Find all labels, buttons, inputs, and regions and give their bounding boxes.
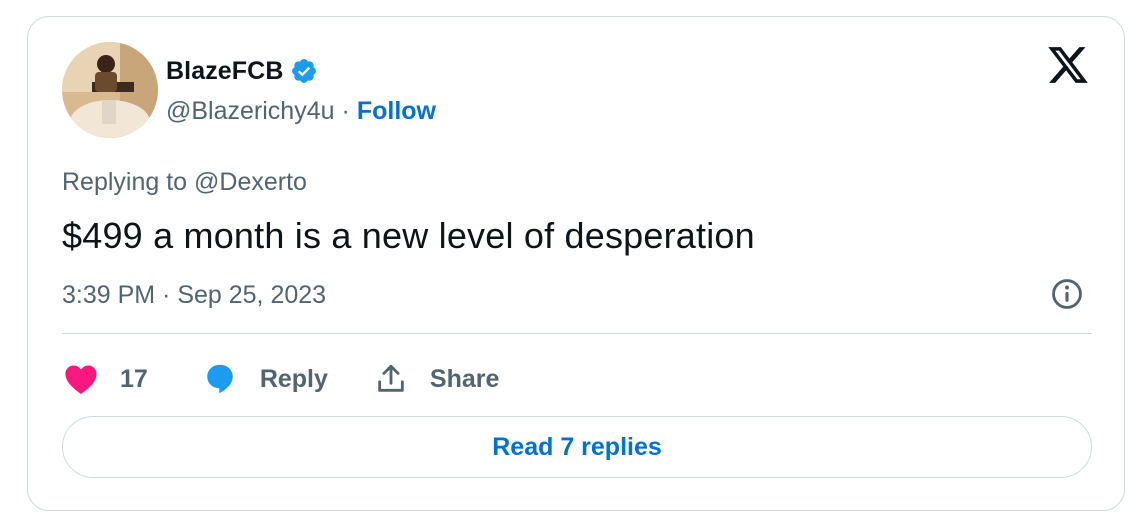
author-name-row: BlazeFCB [166,55,318,87]
avatar-image [62,42,158,138]
read-replies-button[interactable]: Read 7 replies [62,416,1092,478]
replying-to: Replying to @Dexerto [62,168,307,197]
replying-prefix: Replying to [62,168,188,196]
speech-bubble-icon [207,364,233,394]
tweet-text: $499 a month is a new level of desperati… [62,215,755,256]
author-handle-row: @Blazerichy4u · Follow [166,97,436,126]
tweet-timestamp[interactable]: 3:39 PM · Sep 25, 2023 [62,281,326,310]
follow-button[interactable]: Follow [357,97,436,126]
like-count: 17 [120,364,148,393]
info-icon[interactable] [1050,277,1084,311]
share-button[interactable]: Share [374,362,499,396]
action-bar: 17 Reply Share [64,357,499,401]
share-label: Share [429,364,500,393]
x-logo-icon[interactable] [1046,43,1090,87]
author-handle[interactable]: @Blazerichy4u [166,97,335,126]
replying-mention-link[interactable]: @Dexerto [194,168,307,196]
share-upload-icon [378,364,404,392]
tweet-card: BlazeFCB @Blazerichy4u · Follow Replying… [27,16,1125,511]
reply-button[interactable]: Reply [202,362,328,396]
verified-badge-icon [291,59,316,83]
author-display-name[interactable]: BlazeFCB [166,57,284,86]
avatar[interactable] [62,42,158,138]
reply-label: Reply [259,364,328,393]
like-button[interactable]: 17 [64,363,148,395]
heart-icon [65,365,97,395]
handle-separator: · [341,97,350,125]
divider [62,333,1092,334]
